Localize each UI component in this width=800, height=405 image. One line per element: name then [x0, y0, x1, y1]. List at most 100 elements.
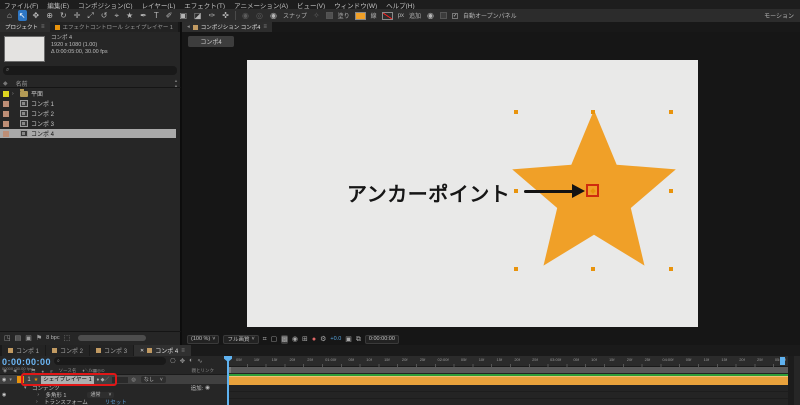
- bbox-handle-mid-left[interactable]: [514, 189, 518, 193]
- close-icon[interactable]: ✕: [140, 348, 144, 354]
- bbox-handle-bottom-left[interactable]: [514, 267, 518, 271]
- comp-end-marker[interactable]: [780, 357, 785, 365]
- project-row-comp2[interactable]: コンポ 2: [0, 109, 176, 118]
- workspace-button[interactable]: モーション: [764, 11, 794, 20]
- dolly-camera-tool-icon[interactable]: ⤢: [86, 10, 94, 21]
- fill-label[interactable]: 塗り: [338, 11, 350, 20]
- parent-dropdown[interactable]: なし ˅: [140, 376, 166, 383]
- snap-icon[interactable]: ◉: [269, 10, 278, 21]
- name-column-header[interactable]: 名前: [16, 79, 28, 88]
- anchor-point-marker[interactable]: [586, 184, 599, 197]
- bbox-handle-bottom-right[interactable]: [669, 267, 673, 271]
- motion-blur-icon[interactable]: ◐: [189, 357, 193, 365]
- grid-toggle-icon[interactable]: [325, 12, 333, 19]
- pen-tool-icon[interactable]: ✒: [139, 10, 148, 21]
- share-people-icon-2[interactable]: ◎: [255, 10, 264, 21]
- selection-tool-icon[interactable]: ↖: [17, 10, 27, 21]
- share-people-icon[interactable]: ◉: [241, 10, 250, 21]
- project-row-comp1[interactable]: コンポ 1: [0, 99, 176, 108]
- channel-rgb-icon[interactable]: ●: [312, 335, 316, 344]
- transform-reset-link[interactable]: リセット: [105, 398, 127, 405]
- graph-editor-icon[interactable]: ∿: [197, 357, 202, 365]
- current-time-indicator-line[interactable]: [227, 356, 229, 405]
- snap-label[interactable]: スナップ: [283, 11, 307, 20]
- shape-tool-icon[interactable]: ★: [125, 10, 134, 21]
- horizontal-scrollbar[interactable]: [78, 335, 147, 341]
- timeline-tab-comp1[interactable]: コンポ 1: [2, 345, 46, 356]
- preview-time-chip[interactable]: 0:00:00:00: [364, 334, 399, 344]
- resolution-dropdown[interactable]: フル画質 ˅: [223, 334, 259, 344]
- home-tool-icon[interactable]: ⌂: [6, 10, 13, 21]
- timeline-tab-comp2[interactable]: コンポ 2: [46, 345, 90, 356]
- comp-mini-flowchart-button[interactable]: コンポ4: [188, 36, 234, 47]
- tab-effect-controls[interactable]: エフェクトコントロール シェイプレイヤー 1: [49, 22, 178, 32]
- twirl-down-icon[interactable]: ▾: [9, 377, 14, 383]
- timeline-search-input[interactable]: ⌕: [54, 357, 166, 365]
- project-row-comp3[interactable]: コンポ 3: [0, 119, 176, 128]
- add-property-icon[interactable]: ◉: [205, 385, 210, 391]
- label-color-swatch[interactable]: [3, 120, 9, 127]
- bit-depth-label[interactable]: 8 bpc: [46, 335, 59, 341]
- stroke-label[interactable]: 線: [371, 11, 377, 20]
- draft3d-icon[interactable]: ✥: [180, 357, 185, 365]
- work-area-bar[interactable]: [228, 367, 794, 373]
- panel-toggle-icon[interactable]: [440, 12, 448, 19]
- timeline-tab-comp3[interactable]: コンポ 3: [90, 345, 134, 356]
- transparency-grid-icon[interactable]: ▩: [281, 334, 288, 344]
- region-of-interest-icon[interactable]: ◉: [292, 335, 298, 344]
- twirl-icon[interactable]: ›: [12, 91, 17, 97]
- snapshot-camera-icon[interactable]: ▣: [345, 335, 352, 344]
- panel-menu-icon[interactable]: ≡: [263, 24, 267, 30]
- parent-pickwhip-icon[interactable]: ◎: [131, 377, 135, 383]
- hand-tool-icon[interactable]: ✥: [32, 10, 41, 21]
- orbit-camera-tool-icon[interactable]: ↻: [59, 10, 68, 21]
- tab-composition[interactable]: ◂ コンポジション コンポ4 ≡: [182, 22, 272, 32]
- pan-behind-anchor-tool-icon[interactable]: ⌖: [113, 10, 120, 21]
- eye-icon[interactable]: ◉: [2, 377, 6, 383]
- exposure-value[interactable]: +0.0: [330, 336, 341, 342]
- add-label[interactable]: 追加: [409, 11, 421, 20]
- bbox-handle-top-left[interactable]: [514, 110, 518, 114]
- composition-flowchart-icon[interactable]: ⎔: [170, 357, 176, 365]
- tab-project[interactable]: プロジェクト ≡: [0, 22, 50, 32]
- parent-link-column[interactable]: 親とリンク: [192, 368, 215, 374]
- resolution-gear-icon[interactable]: ⚙: [320, 335, 326, 344]
- eye-icon[interactable]: ◉: [2, 392, 6, 398]
- label-color-swatch[interactable]: [3, 110, 9, 117]
- layer-duration-bar[interactable]: [228, 376, 794, 385]
- mask-visibility-icon[interactable]: ▢: [271, 335, 278, 344]
- new-folder-icon[interactable]: ▤: [15, 334, 22, 342]
- composition-canvas[interactable]: アンカーポイント: [247, 60, 698, 327]
- puppet-pin-tool-icon[interactable]: ✜: [221, 10, 230, 21]
- time-ruler[interactable]: 05f 10f 15f 20f 25f 01:00f 05f 10f 15f 20f 25f 02:0…: [228, 356, 794, 367]
- interpret-footage-icon[interactable]: ◳: [4, 334, 11, 342]
- rotation-tool-icon[interactable]: ↺: [100, 10, 109, 21]
- label-color-swatch[interactable]: [3, 100, 9, 107]
- new-composition-icon[interactable]: ▣: [25, 334, 32, 342]
- mask-feather-icon[interactable]: ✧: [312, 10, 321, 21]
- roto-brush-tool-icon[interactable]: ✑: [208, 10, 217, 21]
- label-color-swatch[interactable]: [3, 130, 9, 137]
- show-snapshot-icon[interactable]: ⧉: [356, 335, 361, 344]
- project-row-comp4-selected[interactable]: コンポ 4: [0, 129, 176, 138]
- clone-stamp-tool-icon[interactable]: ▣: [178, 10, 188, 21]
- fill-color-swatch[interactable]: [354, 11, 366, 20]
- chevron-left-icon[interactable]: ◂: [187, 24, 190, 30]
- label-column-icon[interactable]: ◆: [3, 80, 8, 87]
- grid-guide-options-icon[interactable]: ⌗: [263, 335, 267, 344]
- eraser-tool-icon[interactable]: ◪: [193, 10, 203, 21]
- brush-tool-icon[interactable]: ✐: [165, 10, 174, 21]
- delete-icon[interactable]: ⬚: [64, 334, 71, 342]
- twirl-right-icon[interactable]: ›: [36, 399, 41, 405]
- timeline-tab-comp4-active[interactable]: ✕ コンポ 4 ≡: [134, 345, 191, 356]
- magnification-dropdown[interactable]: (100 %) ˅: [187, 334, 220, 344]
- add-options-icon[interactable]: ◉: [426, 10, 435, 21]
- zoom-tool-icon[interactable]: ⊕: [45, 10, 54, 21]
- transform-row[interactable]: › トランスフォーム リセット: [0, 398, 228, 405]
- project-row-folder[interactable]: › 平面: [0, 88, 176, 98]
- project-search-input[interactable]: ⌕: [3, 66, 177, 75]
- sort-arrows-icon[interactable]: ▲ ▲: [174, 78, 178, 88]
- bbox-handle-top-center[interactable]: [591, 110, 595, 114]
- timeline-vertical-scrollbar[interactable]: [788, 356, 794, 405]
- stroke-color-swatch[interactable]: [381, 11, 393, 20]
